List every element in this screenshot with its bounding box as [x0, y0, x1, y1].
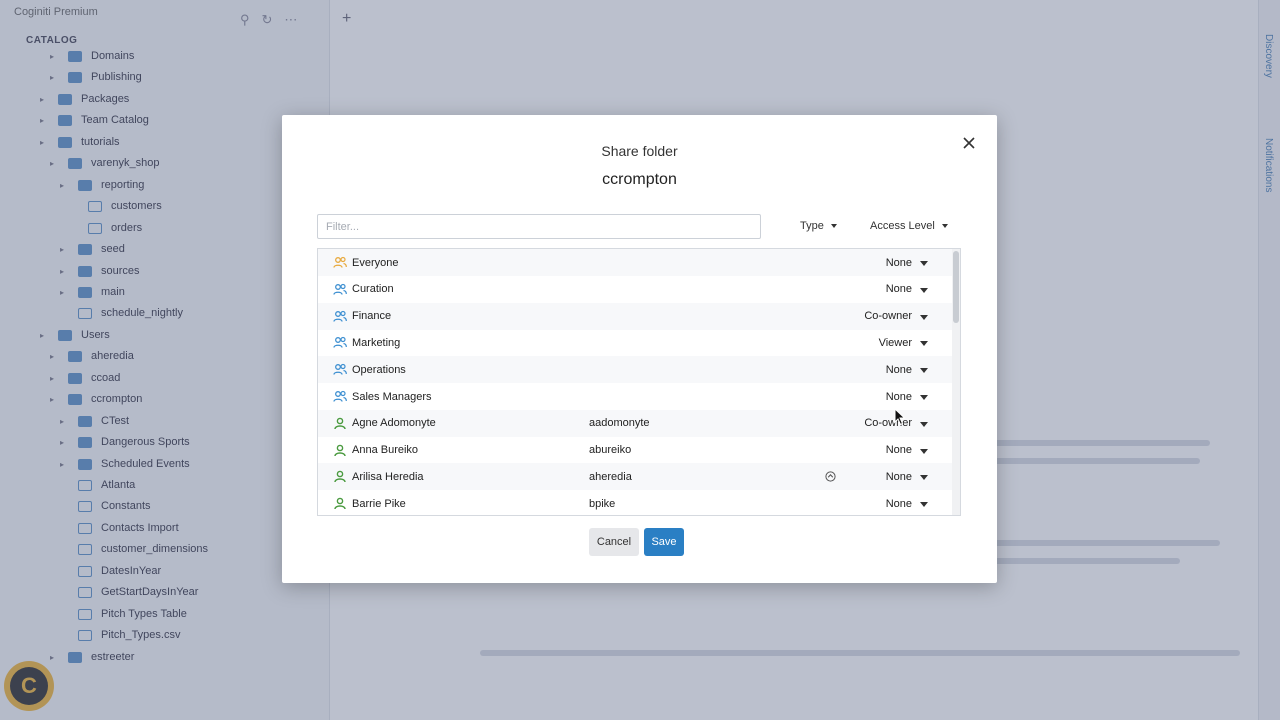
- share-row-name: Everyone: [352, 256, 399, 269]
- filter-input[interactable]: [317, 214, 761, 239]
- owner-badge-icon: [825, 471, 836, 482]
- share-row[interactable]: Everyone None: [318, 249, 952, 276]
- access-level-select[interactable]: None: [886, 364, 912, 376]
- user-icon: [333, 470, 347, 483]
- save-button[interactable]: Save: [644, 528, 684, 556]
- share-row[interactable]: Anna Bureiko abureiko None: [318, 437, 952, 464]
- group-icon: [333, 390, 347, 403]
- share-row[interactable]: Marketing Viewer: [318, 329, 952, 356]
- share-row[interactable]: Finance Co-owner: [318, 302, 952, 330]
- share-row-username: aheredia: [589, 470, 632, 483]
- share-row[interactable]: Barrie Pike bpike None: [318, 490, 952, 515]
- access-level-select[interactable]: None: [886, 391, 912, 403]
- group-icon: [333, 336, 347, 349]
- access-level-dropdown[interactable]: Access Level: [870, 220, 948, 232]
- chevron-down-icon[interactable]: [920, 395, 928, 400]
- share-row-username: bpike: [589, 497, 616, 510]
- chevron-down-icon[interactable]: [920, 314, 928, 320]
- share-row-name: Agne Adomonyte: [352, 417, 436, 430]
- chevron-down-icon: [830, 224, 837, 228]
- everyone-group-icon: [333, 256, 347, 269]
- access-level-select[interactable]: None: [886, 257, 912, 269]
- share-row-username: aadomonyte: [589, 417, 650, 430]
- type-dropdown[interactable]: Type: [800, 220, 837, 232]
- share-row-name: Anna Bureiko: [352, 444, 419, 457]
- group-icon: [333, 363, 347, 376]
- group-icon: [333, 283, 347, 296]
- share-row-name: Barrie Pike: [352, 497, 406, 510]
- share-row-name: Curation: [352, 283, 394, 296]
- share-row-name: Sales Managers: [352, 390, 432, 403]
- share-row-name: Operations: [352, 363, 406, 376]
- share-row-name: Arilisa Heredia: [352, 470, 424, 483]
- access-level-select[interactable]: Co-owner: [864, 310, 912, 322]
- access-level-dropdown-label: Access Level: [870, 220, 935, 232]
- user-icon: [333, 417, 347, 430]
- chevron-down-icon[interactable]: [920, 261, 928, 266]
- access-level-select[interactable]: None: [886, 283, 912, 295]
- access-level-select[interactable]: None: [886, 444, 912, 456]
- type-dropdown-label: Type: [800, 220, 824, 232]
- access-level-select[interactable]: None: [886, 471, 912, 483]
- group-icon: [333, 310, 347, 323]
- dialog-folder-name: ccrompton: [602, 171, 677, 188]
- share-row-username: abureiko: [589, 444, 632, 457]
- chevron-down-icon[interactable]: [920, 502, 928, 508]
- share-row-name: Marketing: [352, 336, 401, 349]
- share-folder-dialog: Share folder ccrompton Type Access Level…: [282, 115, 997, 583]
- list-scrollbar[interactable]: [952, 249, 960, 515]
- scrollbar-thumb[interactable]: [953, 251, 959, 323]
- user-icon: [333, 444, 347, 457]
- close-icon[interactable]: [959, 133, 979, 153]
- share-list: Everyone None Curation None Finance Co-owner M…: [317, 248, 961, 516]
- user-icon: [333, 497, 347, 510]
- share-row[interactable]: Curation None: [318, 276, 952, 303]
- access-level-select[interactable]: Viewer: [879, 337, 912, 349]
- share-row[interactable]: Operations None: [318, 356, 952, 384]
- access-level-select[interactable]: None: [886, 498, 912, 510]
- share-row[interactable]: Sales Managers None: [318, 383, 952, 410]
- chevron-down-icon[interactable]: [920, 341, 928, 347]
- chevron-down-icon: [941, 224, 948, 228]
- mouse-cursor-icon: [894, 408, 906, 426]
- cancel-button[interactable]: Cancel: [589, 528, 639, 556]
- chevron-down-icon[interactable]: [920, 368, 928, 374]
- chevron-down-icon[interactable]: [920, 421, 928, 427]
- chevron-down-icon[interactable]: [920, 448, 928, 454]
- share-row[interactable]: Arilisa Heredia aheredia None: [318, 463, 952, 491]
- chevron-down-icon[interactable]: [920, 287, 928, 293]
- dialog-title: Share folder: [601, 143, 678, 159]
- share-row[interactable]: Agne Adomonyte aadomonyte Co-owner: [318, 409, 952, 437]
- share-row-name: Finance: [352, 310, 392, 323]
- chevron-down-icon[interactable]: [920, 475, 928, 481]
